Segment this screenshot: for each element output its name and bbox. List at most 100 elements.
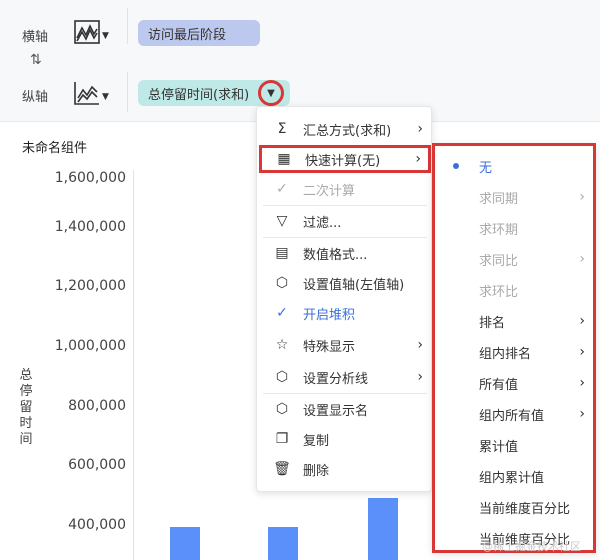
submenu-item-group-all-values[interactable]: 组内所有值 › xyxy=(435,400,593,428)
menu-item-analysis-line[interactable]: ⬡ 设置分析线 › xyxy=(257,363,433,391)
chevron-right-icon: › xyxy=(579,313,585,329)
bar[interactable] xyxy=(170,527,200,560)
y-tick-label: 1,400,000 xyxy=(54,219,126,235)
submenu-item-label: 求环期 xyxy=(479,222,519,238)
check-icon: ✓ xyxy=(276,181,288,197)
menu-item-stacking[interactable]: ✓ 开启堆积 xyxy=(257,299,433,327)
hexagon-icon: ⬡ xyxy=(275,401,289,417)
area-chart-type-icon xyxy=(74,20,100,44)
menu-item-label: 设置分析线 xyxy=(303,371,369,387)
menu-item-copy[interactable]: ❐ 复制 xyxy=(257,425,433,453)
menu-separator xyxy=(263,393,427,394)
menu-item-label: 过滤... xyxy=(303,215,342,231)
y-axis-title: 总停留时间 xyxy=(19,368,33,447)
hexagon-icon: ⬡ xyxy=(275,369,289,385)
menu-item-label: 数值格式... xyxy=(303,247,368,263)
submenu-item-prev-period: 求环期 xyxy=(435,214,593,242)
submenu-item-label: 无 xyxy=(479,160,493,176)
submenu-item-label: 求同比 xyxy=(479,253,519,269)
menu-item-delete[interactable]: 🗑 删除 xyxy=(257,455,433,483)
menu-item-label: 删除 xyxy=(303,463,330,479)
submenu-item-yoy: 求同比 › xyxy=(435,245,593,273)
divider xyxy=(127,72,128,112)
chevron-right-icon: › xyxy=(417,369,423,385)
hexagon-icon: ⬡ xyxy=(275,275,289,291)
divider xyxy=(127,8,128,44)
y-field-dropdown-button[interactable]: ▼ xyxy=(258,80,284,106)
selected-dot-icon xyxy=(453,163,459,169)
menu-separator xyxy=(263,237,427,238)
y-chart-type-button[interactable]: ▼ xyxy=(74,77,118,109)
menu-item-quick-calc[interactable]: ▦ 快速计算(无) › xyxy=(259,145,431,173)
submenu-item-label: 所有值 xyxy=(479,377,519,393)
submenu-item-dimension-percent[interactable]: 当前维度百分比 xyxy=(435,493,593,521)
menu-item-special-display[interactable]: ☆ 特殊显示 › xyxy=(257,331,433,359)
y-axis-line xyxy=(133,170,134,560)
menu-item-label: 汇总方式(求和) xyxy=(303,123,392,139)
trash-icon: 🗑 xyxy=(273,461,291,477)
filter-icon: ▽ xyxy=(276,213,288,229)
bar[interactable] xyxy=(368,498,398,560)
menu-item-label: 快速计算(无) xyxy=(305,153,381,169)
submenu-item-mom: 求环比 xyxy=(435,276,593,304)
chevron-right-icon: › xyxy=(579,375,585,391)
y-axis-label: 纵轴 xyxy=(22,90,49,105)
menu-item-label: 设置值轴(左值轴) xyxy=(303,277,405,293)
menu-separator xyxy=(263,205,427,206)
submenu-item-group-rank[interactable]: 组内排名 › xyxy=(435,338,593,366)
y-tick-label: 400,000 xyxy=(68,517,126,533)
submenu-item-same-period: 求同期 › xyxy=(435,183,593,211)
x-field-pill[interactable]: 访问最后阶段 xyxy=(138,20,260,46)
submenu-item-none[interactable]: 无 xyxy=(435,152,593,180)
submenu-item-label: 当前维度百分比 xyxy=(479,501,571,517)
axis-config-panel: 横轴 ▼ ⇅ 纵轴 ▼ 访问最后阶段 总停留时间(求和) ▼ xyxy=(0,0,600,122)
chevron-right-icon: › xyxy=(579,251,585,267)
widget-title: 未命名组件 xyxy=(22,141,88,156)
x-axis-label: 横轴 xyxy=(22,30,49,45)
sigma-icon: Σ xyxy=(277,121,287,137)
menu-item-number-format[interactable]: ▤ 数值格式... xyxy=(257,239,433,267)
submenu-item-label: 累计值 xyxy=(479,439,519,455)
submenu-item-label: 组内累计值 xyxy=(479,470,545,486)
watermark: @稀土掘金技术社区 xyxy=(482,540,581,553)
x-chart-type-button[interactable]: ▼ xyxy=(74,16,118,48)
menu-item-aggregation[interactable]: Σ 汇总方式(求和) › xyxy=(257,115,433,143)
submenu-item-group-cumulative[interactable]: 组内累计值 xyxy=(435,462,593,490)
menu-item-filter[interactable]: ▽ 过滤... xyxy=(257,207,433,235)
submenu-item-label: 求同期 xyxy=(479,191,519,207)
bar[interactable] xyxy=(268,527,298,560)
chevron-right-icon: › xyxy=(579,344,585,360)
submenu-item-rank[interactable]: 排名 › xyxy=(435,307,593,335)
submenu-item-label: 排名 xyxy=(479,315,506,331)
y-tick-label: 1,600,000 xyxy=(54,170,126,186)
chevron-right-icon: › xyxy=(579,406,585,422)
y-tick-label: 1,000,000 xyxy=(54,338,126,354)
chevron-right-icon: › xyxy=(417,337,423,353)
submenu-item-label: 组内所有值 xyxy=(479,408,545,424)
menu-item-secondary-calc: ✓ 二次计算 xyxy=(257,175,433,203)
menu-item-label: 开启堆积 xyxy=(303,307,356,323)
chevron-down-icon: ▼ xyxy=(102,31,109,41)
menu-item-label: 设置显示名 xyxy=(303,403,369,419)
star-icon: ☆ xyxy=(275,337,289,353)
submenu-item-label: 求环比 xyxy=(479,284,519,300)
menu-item-display-name[interactable]: ⬡ 设置显示名 xyxy=(257,395,433,423)
check-icon: ✓ xyxy=(276,305,288,321)
chevron-down-icon: ▼ xyxy=(102,92,109,102)
submenu-item-cumulative[interactable]: 累计值 xyxy=(435,431,593,459)
calculator-icon: ▦ xyxy=(277,151,291,167)
number-format-icon: ▤ xyxy=(275,245,289,261)
y-tick-label: 600,000 xyxy=(68,457,126,473)
copy-icon: ❐ xyxy=(275,431,289,447)
field-context-menu: Σ 汇总方式(求和) › ▦ 快速计算(无) › ✓ 二次计算 ▽ 过滤... … xyxy=(256,106,432,492)
chevron-right-icon: › xyxy=(579,189,585,205)
submenu-item-all-values[interactable]: 所有值 › xyxy=(435,369,593,397)
line-chart-type-icon xyxy=(74,81,100,105)
menu-item-value-axis[interactable]: ⬡ 设置值轴(左值轴) xyxy=(257,269,433,297)
menu-item-label: 二次计算 xyxy=(303,183,356,199)
swap-axes-icon[interactable]: ⇅ xyxy=(30,52,42,68)
menu-item-label: 特殊显示 xyxy=(303,339,356,355)
menu-item-label: 复制 xyxy=(303,433,330,449)
chevron-right-icon: › xyxy=(417,121,423,137)
y-tick-label: 800,000 xyxy=(68,398,126,414)
